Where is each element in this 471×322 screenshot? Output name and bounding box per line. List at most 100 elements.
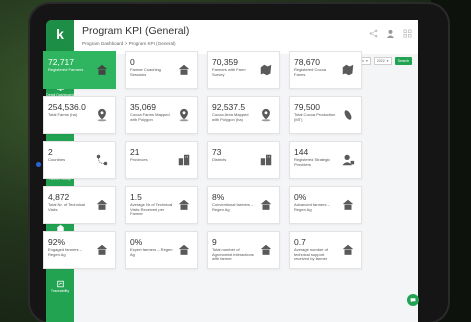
kpi-label: Total Nr. of Technical Visits <box>48 202 85 212</box>
breadcrumb[interactable]: Program Dashboard > Program KPI (General… <box>82 41 176 46</box>
farmer-icon <box>96 244 108 255</box>
header-icons <box>369 29 412 38</box>
buildings-icon <box>178 154 190 166</box>
kpi-label: Conventional farmers – Regen Ag <box>212 202 254 212</box>
kpi-card[interactable]: 73 Districts <box>207 141 280 179</box>
kpi-label: Average Nr of Technical Visits Received … <box>130 202 173 217</box>
kpi-value: 1.5 <box>130 192 142 202</box>
kpi-card-grid: 72,717 Registered Farmers 0 Farmer Coaching… <box>43 51 363 269</box>
globe-route-icon <box>96 154 108 166</box>
kpi-card[interactable]: 21 Provinces <box>125 141 198 179</box>
kpi-value: 144 <box>294 147 309 157</box>
kpi-value: 35,069 <box>130 102 156 112</box>
page-title: Program KPI (General) <box>82 25 190 37</box>
kpi-card[interactable]: 2 Countries <box>43 141 116 179</box>
kpi-value: 70,359 <box>212 57 238 67</box>
kpi-card[interactable]: 35,069 Cocoa Farms Mapped with Polygon <box>125 96 198 134</box>
kpi-value: 72,717 <box>48 57 74 67</box>
sidebar-item-traceability[interactable]: Traceability <box>46 272 74 300</box>
farm-map-icon <box>260 64 272 76</box>
location-pin-icon <box>97 108 107 122</box>
share-icon[interactable] <box>369 29 378 38</box>
provider-icon <box>342 154 355 166</box>
kpi-label: Total number of Agronomist interactions … <box>212 247 254 262</box>
kpi-label: Provinces <box>130 157 148 162</box>
sidebar-item-label: Traceability <box>50 288 70 293</box>
farmer-icon <box>260 244 272 255</box>
camera-dot <box>36 162 41 167</box>
farmer-icon <box>260 199 272 210</box>
kpi-label: Average number of technical support rece… <box>294 247 328 262</box>
kpi-value: 8% <box>212 192 225 202</box>
kpi-label: Advanced farmers – Regen Ag <box>294 202 330 212</box>
search-button-label: Search <box>397 59 409 63</box>
kpi-value: 78,670 <box>294 57 320 67</box>
chevron-down-icon: ▾ <box>365 59 368 63</box>
kpi-value: 79,500 <box>294 102 320 112</box>
kpi-value: 4,872 <box>48 192 70 202</box>
kpi-card[interactable]: 92% Engaged farmers – Regen Ag <box>43 231 116 269</box>
year-select-value: 2022 <box>376 59 385 63</box>
kpi-card[interactable]: 144 Registered Strategic Providers <box>289 141 362 179</box>
kpi-label: Farmer Coaching Sessions <box>130 67 161 77</box>
kpi-card[interactable]: 70,359 Farmers with Farm Survey <box>207 51 280 89</box>
kpi-label: Cocoa Area Mapped with Polygon (ha) <box>212 112 249 122</box>
kpi-label: Expert farmers – Regen Ag <box>130 247 173 257</box>
location-pin-icon <box>261 108 271 122</box>
farmer-icon <box>342 199 354 210</box>
kpi-card[interactable]: 8% Conventional farmers – Regen Ag <box>207 186 280 224</box>
kpi-label: Total Cocoa Production (MT) <box>294 112 336 122</box>
kpi-value: 254,536.0 <box>48 102 86 112</box>
kpi-value: 92% <box>48 237 66 247</box>
kpi-card[interactable]: 0% Expert farmers – Regen Ag <box>125 231 198 269</box>
user-avatar-icon[interactable] <box>386 29 395 38</box>
kpi-value: 2 <box>48 147 53 157</box>
grid-apps-icon[interactable] <box>403 29 412 38</box>
kpi-value: 0.7 <box>294 237 306 247</box>
farmer-icon <box>96 199 108 210</box>
kpi-card[interactable]: 1.5 Average Nr of Technical Visits Receiv… <box>125 186 198 224</box>
kpi-label: Registered Cocoa Farms <box>294 67 327 77</box>
kpi-label: Registered Strategic Providers <box>294 157 331 167</box>
farmer-icon <box>178 64 190 75</box>
kpi-label: Registered Farmers <box>48 67 84 72</box>
chevron-down-icon: ▾ <box>386 59 389 63</box>
kpi-card[interactable]: 254,536.0 Total Farms (ha) <box>43 96 116 134</box>
kpi-card[interactable]: 0 Farmer Coaching Sessions <box>125 51 198 89</box>
trace-icon <box>56 280 64 287</box>
kpi-label: Countries <box>48 157 66 162</box>
year-select[interactable]: 2022 ▾ <box>373 57 392 65</box>
kpi-card[interactable]: 0.7 Average number of technical support r… <box>289 231 362 269</box>
kpi-value: 92,537.5 <box>212 102 246 112</box>
kpi-card[interactable]: 79,500 Total Cocoa Production (MT) <box>289 96 362 134</box>
buildings-icon <box>260 154 272 166</box>
kpi-value: 21 <box>130 147 140 157</box>
kpi-value: 0% <box>130 237 143 247</box>
kpi-card[interactable]: 92,537.5 Cocoa Area Mapped with Polygon (… <box>207 96 280 134</box>
kpi-card[interactable]: 72,717 Registered Farmers <box>43 51 116 89</box>
location-pin-icon <box>179 108 189 122</box>
kpi-label: Total Farms (ha) <box>48 112 78 117</box>
farm-map-icon <box>342 64 354 76</box>
kpi-value: 9 <box>212 237 217 247</box>
farmer-icon <box>342 244 354 255</box>
kpi-label: Districts <box>212 157 227 162</box>
kpi-label: Farmers with Farm Survey <box>212 67 246 77</box>
cocoa-pod-icon <box>344 110 352 120</box>
kpi-value: 0% <box>294 192 307 202</box>
farmer-icon <box>178 244 190 255</box>
kpi-value: 0 <box>130 57 135 67</box>
kpi-card[interactable]: 9 Total number of Agronomist interactions… <box>207 231 280 269</box>
chat-button[interactable] <box>407 294 419 306</box>
app-logo[interactable]: k <box>46 20 74 48</box>
chat-icon <box>410 298 416 303</box>
search-button[interactable]: Search <box>394 57 412 65</box>
kpi-card[interactable]: 4,872 Total Nr. of Technical Visits <box>43 186 116 224</box>
kpi-label: Cocoa Farms Mapped with Polygon <box>130 112 170 122</box>
kpi-card[interactable]: 78,670 Registered Cocoa Farms <box>289 51 362 89</box>
header: Program KPI (General) Program Dashboard … <box>74 20 418 54</box>
farmer-icon <box>96 64 108 75</box>
kpi-label: Engaged farmers – Regen Ag <box>48 247 83 257</box>
kpi-card[interactable]: 0% Advanced farmers – Regen Ag <box>289 186 362 224</box>
farmer-icon <box>178 199 190 210</box>
